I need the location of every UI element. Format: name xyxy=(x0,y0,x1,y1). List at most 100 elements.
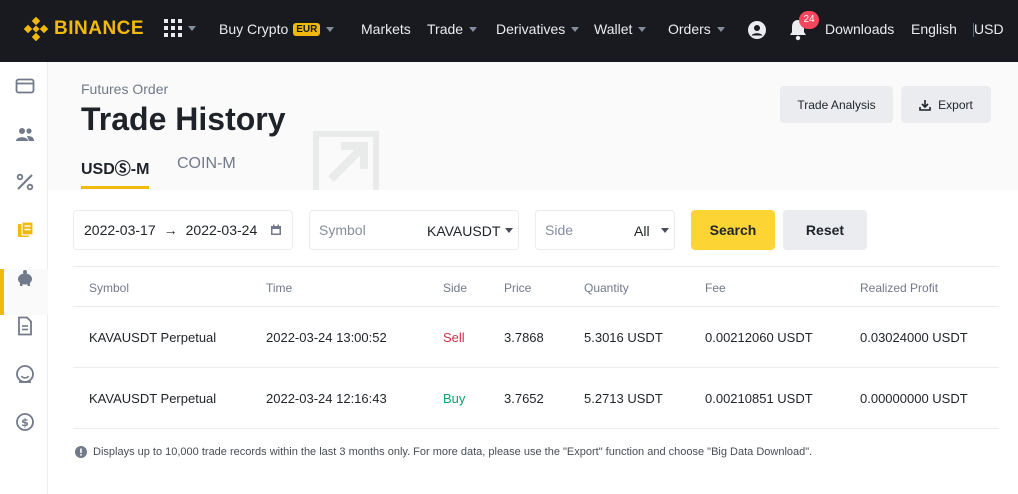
sidebar-item-percent[interactable] xyxy=(14,171,36,193)
sidebar-item-wallet[interactable] xyxy=(14,75,36,97)
records-note: Displays up to 10,000 trade records with… xyxy=(75,446,812,458)
chevron-down-icon xyxy=(326,26,335,32)
cell-side: Buy xyxy=(443,391,466,406)
user-circle-icon xyxy=(748,21,766,39)
cell-realized-profit: 0.03024000 USDT xyxy=(860,330,968,345)
nav-orders-label: Orders xyxy=(668,21,711,37)
date-range-picker[interactable]: 2022-03-17 → 2022-03-24 xyxy=(73,210,293,250)
export-button[interactable]: Export xyxy=(901,86,991,123)
breadcrumb[interactable]: Futures Order xyxy=(81,81,168,97)
document-icon xyxy=(18,316,32,336)
users-icon xyxy=(16,128,34,141)
records-note-text: Displays up to 10,000 trade records with… xyxy=(93,446,813,458)
grid-icon xyxy=(164,19,182,37)
search-button[interactable]: Search xyxy=(691,210,775,250)
nav-orders[interactable]: Orders xyxy=(668,21,725,37)
export-label: Export xyxy=(938,97,973,112)
watermark-arrow-icon xyxy=(313,131,379,190)
nav-buy-crypto-label: Buy Crypto xyxy=(219,21,289,37)
brand-name: BINANCE xyxy=(54,18,145,39)
date-range-arrow: → xyxy=(163,222,178,238)
page-title: Trade History xyxy=(81,101,286,137)
profile-button[interactable] xyxy=(747,20,767,43)
trade-analysis-button[interactable]: Trade Analysis xyxy=(780,86,893,123)
date-start: 2022-03-17 xyxy=(84,222,156,238)
nav-derivatives-label: Derivatives xyxy=(496,21,566,37)
top-navigation: BINANCE Buy Crypto EUR Markets Trade Der… xyxy=(0,0,1018,62)
sidebar-item-users[interactable] xyxy=(14,123,36,145)
cell-symbol: KAVAUSDT Perpetual xyxy=(89,391,217,406)
currency-selector[interactable]: USD xyxy=(974,21,1004,37)
nav-buy-crypto[interactable]: Buy Crypto EUR xyxy=(219,21,335,37)
nav-trade[interactable]: Trade xyxy=(427,21,478,37)
face-icon xyxy=(16,365,34,383)
cell-fee: 0.00210851 USDT xyxy=(705,391,813,406)
nav-markets[interactable]: Markets xyxy=(361,21,411,37)
cell-side: Sell xyxy=(443,330,465,345)
sidebar-item-documents[interactable] xyxy=(14,315,36,337)
side-select-value: All xyxy=(634,223,650,239)
dollar-coin-icon: $ xyxy=(16,413,34,431)
sidebar-item-support[interactable] xyxy=(14,363,36,385)
language-selector[interactable]: English xyxy=(911,21,957,37)
cell-realized-profit: 0.00000000 USDT xyxy=(860,391,968,406)
symbol-select[interactable]: Symbol KAVAUSDT xyxy=(309,210,519,250)
cell-time: 2022-03-24 12:16:43 xyxy=(266,391,387,406)
binance-diamond-icon xyxy=(24,17,48,41)
nav-wallet-label: Wallet xyxy=(594,21,633,37)
piggy-bank-icon xyxy=(18,270,32,286)
chevron-down-icon xyxy=(571,26,580,32)
reset-button[interactable]: Reset xyxy=(783,210,867,250)
apps-menu-button[interactable] xyxy=(164,19,196,37)
table-header: Symbol Time Side Price Quantity Fee Real… xyxy=(73,266,999,307)
chevron-down-icon xyxy=(188,25,196,31)
sidebar-item-finance[interactable]: $ xyxy=(14,411,36,433)
currency-label: USD xyxy=(974,21,1004,37)
tab-usds-m[interactable]: USDⓈ-M xyxy=(81,155,149,179)
cell-fee: 0.00212060 USDT xyxy=(705,330,813,345)
tab-coin-m[interactable]: COIN-M xyxy=(177,155,236,173)
table-row: KAVAUSDT Perpetual 2022-03-24 12:16:43 B… xyxy=(73,368,999,429)
sidebar-item-orders[interactable] xyxy=(14,219,36,241)
calendar-icon xyxy=(271,224,281,235)
notification-count-badge: 24 xyxy=(799,11,819,29)
currency-badge: EUR xyxy=(293,22,321,36)
chevron-down-icon xyxy=(716,26,725,32)
chevron-down-icon xyxy=(505,228,513,233)
symbol-select-value: KAVAUSDT xyxy=(427,223,501,239)
cell-quantity: 5.3016 USDT xyxy=(584,330,663,345)
info-icon xyxy=(75,446,87,458)
chevron-down-icon xyxy=(661,228,669,233)
column-header-symbol: Symbol xyxy=(89,281,130,295)
nav-derivatives[interactable]: Derivatives xyxy=(496,21,580,37)
active-tab-indicator xyxy=(81,186,149,189)
column-header-price: Price xyxy=(504,281,532,295)
svg-text:$: $ xyxy=(21,416,29,429)
page-header: Futures Order Trade History USDⓈ-M COIN-… xyxy=(48,62,1018,190)
language-label: English xyxy=(911,21,957,37)
download-icon xyxy=(919,99,931,111)
percent-icon xyxy=(16,173,34,191)
date-end: 2022-03-24 xyxy=(185,222,258,238)
chevron-down-icon xyxy=(638,26,647,32)
cell-time: 2022-03-24 13:00:52 xyxy=(266,330,387,345)
side-select[interactable]: Side All xyxy=(535,210,675,250)
sidebar-active-indicator xyxy=(0,269,4,315)
cell-quantity: 5.2713 USDT xyxy=(584,391,663,406)
nav-downloads-label: Downloads xyxy=(825,21,895,37)
nav-downloads[interactable]: Downloads xyxy=(825,21,894,37)
sidebar-item-savings[interactable] xyxy=(14,267,36,289)
trade-analysis-label: Trade Analysis xyxy=(797,97,876,112)
column-header-time: Time xyxy=(266,281,293,295)
column-header-side: Side xyxy=(443,281,468,295)
chevron-down-icon xyxy=(469,26,478,32)
orders-icon xyxy=(18,221,34,237)
trade-history-table: Symbol Time Side Price Quantity Fee Real… xyxy=(73,266,999,429)
cell-symbol: KAVAUSDT Perpetual xyxy=(89,330,217,345)
sidebar: $ xyxy=(0,62,48,494)
side-select-label: Side xyxy=(545,222,574,238)
wallet-icon xyxy=(15,78,35,94)
nav-markets-label: Markets xyxy=(361,21,411,37)
nav-wallet[interactable]: Wallet xyxy=(594,21,647,37)
binance-logo[interactable]: BINANCE xyxy=(24,17,144,41)
